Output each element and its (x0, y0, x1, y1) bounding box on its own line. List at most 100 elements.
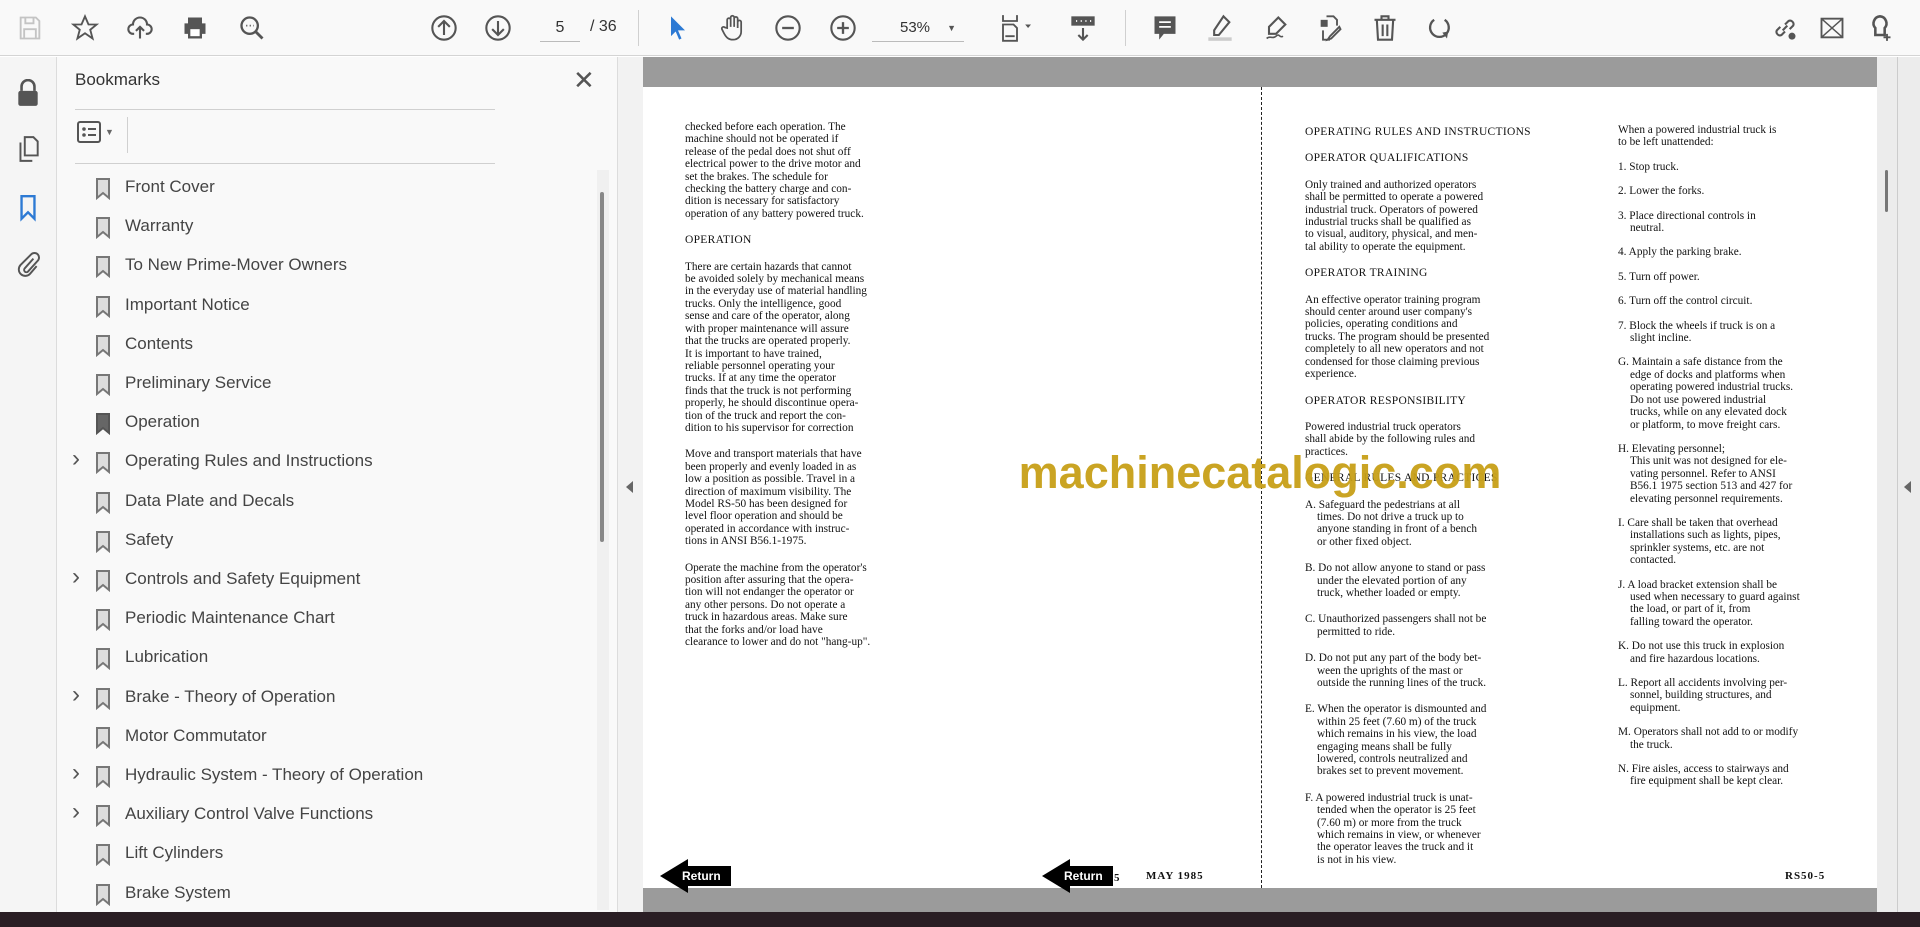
expand-right-pane-icon[interactable] (1904, 481, 1911, 493)
text-line: neutral. (1630, 222, 1665, 235)
select-cursor-icon[interactable] (662, 12, 694, 44)
next-page-icon[interactable] (482, 12, 514, 44)
close-icon[interactable]: ✕ (573, 65, 595, 96)
text-line: level floor operation and should be (685, 510, 843, 523)
edit-pdf-icon[interactable] (1314, 12, 1346, 44)
email-icon[interactable] (1816, 12, 1848, 44)
sign-icon[interactable] (1260, 12, 1292, 44)
left-page-text: checked before each operation. The machin… (685, 121, 870, 648)
taskbar (0, 912, 1920, 927)
pdf-page-spread: checked before each operation. The machin… (643, 87, 1877, 893)
page-number-input[interactable] (540, 14, 580, 42)
scrollbar-thumb[interactable] (1885, 170, 1888, 212)
fit-page-icon[interactable] (994, 12, 1040, 44)
bookmark-item[interactable]: To New Prime-Mover Owners (57, 247, 587, 286)
cloud-upload-icon[interactable] (124, 12, 156, 44)
text-line: Model RS-50 has been designed for (685, 497, 848, 510)
bookmark-item[interactable]: › Auxiliary Control Valve Functions (57, 796, 587, 835)
bookmark-label: Operation (125, 412, 200, 432)
share-link-icon[interactable] (1769, 12, 1801, 44)
chevron-right-icon[interactable]: › (72, 445, 80, 473)
zoom-out-icon[interactable] (772, 12, 804, 44)
bookmark-item[interactable]: Operation (57, 404, 587, 443)
bookmark-item[interactable]: Safety (57, 522, 587, 561)
list-item: C. Unauthorized passengers shall not be p… (1305, 613, 1531, 638)
text-line: practices. (1305, 445, 1348, 458)
text-line: 5. Turn off power. (1618, 270, 1700, 283)
left-footer-date: MAY 1985 (1146, 870, 1204, 882)
comment-icon[interactable] (1149, 12, 1181, 44)
document-scrollbar[interactable] (1877, 57, 1898, 912)
return-button[interactable]: Return (660, 859, 748, 893)
text-line: any other persons. Do not operate a (685, 598, 846, 611)
bookmarks-icon[interactable] (12, 192, 44, 224)
bookmark-item[interactable]: Data Plate and Decals (57, 483, 587, 522)
scrollbar-thumb[interactable] (600, 192, 604, 542)
text-line: industrial trucks shall be qualified as (1305, 216, 1471, 229)
text-line: release of the pedal does not shut off (685, 145, 851, 158)
bookmark-icon (95, 883, 111, 911)
text-line: A. Safeguard the pedestrians at all (1305, 498, 1460, 511)
save-icon[interactable] (14, 12, 46, 44)
rotate-icon[interactable] (1424, 12, 1456, 44)
add-user-icon[interactable] (1864, 12, 1896, 44)
text-line: edge of docks and platforms when (1630, 368, 1786, 381)
bookmark-icon (95, 530, 111, 558)
bookmark-label: Controls and Safety Equipment (125, 569, 361, 588)
bookmark-item[interactable]: › Controls and Safety Equipment (57, 561, 587, 600)
pages-thumbnails-icon[interactable] (12, 133, 44, 165)
text-line: machine should not be operated if (685, 133, 839, 146)
chevron-right-icon[interactable]: › (72, 798, 80, 826)
bookmark-item[interactable]: Lubrication (57, 639, 587, 678)
chevron-right-icon[interactable]: › (72, 759, 80, 787)
text-line: There are certain hazards that cannot (685, 260, 852, 273)
delete-icon[interactable] (1369, 12, 1401, 44)
bookmark-item[interactable]: › Operating Rules and Instructions (57, 443, 587, 482)
text-line: low a position as possible. Travel in a (685, 473, 856, 486)
bookmark-item[interactable]: Important Notice (57, 287, 587, 326)
text-line: OPERATOR RESPONSIBILITY (1305, 394, 1466, 407)
text-line: is not in his view. (1317, 853, 1397, 866)
bookmarks-scrollbar[interactable] (597, 170, 609, 910)
highlight-icon[interactable] (1204, 12, 1236, 44)
bookmark-options-button[interactable]: ▼ (77, 121, 114, 143)
bookmark-item[interactable]: Brake System (57, 875, 587, 914)
paragraph: checked before each operation. The machin… (685, 121, 870, 220)
scrolling-mode-icon[interactable] (1067, 12, 1099, 44)
bookmark-item[interactable]: Front Cover (57, 169, 587, 208)
bookmark-icon (95, 374, 111, 401)
bookmark-item[interactable]: Contents (57, 326, 587, 365)
text-line: finds that the truck is not performing (685, 384, 852, 397)
bookmark-item[interactable]: › Brake - Theory of Operation (57, 679, 587, 718)
previous-page-icon[interactable] (428, 12, 460, 44)
right-pane-toggle[interactable] (1898, 57, 1920, 912)
zoom-level-dropdown[interactable]: 53% ▼ (872, 14, 964, 42)
bookmark-icon (95, 609, 111, 636)
return-label: Return (682, 869, 721, 883)
paragraph: There are certain hazards that cannot be … (685, 261, 870, 435)
bookmark-item[interactable]: Periodic Maintenance Chart (57, 600, 587, 639)
bookmark-item[interactable]: Motor Commutator (57, 718, 587, 757)
lock-icon[interactable] (12, 77, 44, 109)
hand-tool-icon[interactable] (717, 12, 749, 44)
bookmark-item[interactable]: Preliminary Service (57, 365, 587, 404)
panel-collapse-strip[interactable] (618, 57, 643, 912)
attachments-icon[interactable] (12, 248, 44, 280)
text-line: operated in accordance with instruc- (685, 522, 850, 535)
text-line: fire equipment shall be kept clear. (1630, 775, 1784, 788)
print-icon[interactable] (179, 12, 211, 44)
collapse-left-icon[interactable] (626, 481, 633, 493)
bookmark-item[interactable]: › Hydraulic System - Theory of Operation (57, 757, 587, 796)
zoom-level-value: 53% (900, 19, 931, 36)
text-line: It is important to have trained, (685, 347, 822, 360)
star-icon[interactable] (69, 12, 101, 44)
chevron-right-icon[interactable]: › (72, 681, 80, 709)
zoom-in-icon[interactable] (827, 12, 859, 44)
bookmark-item[interactable]: Warranty (57, 208, 587, 247)
find-icon[interactable] (236, 12, 268, 44)
bookmark-icon (95, 570, 111, 597)
bookmark-item[interactable]: Lift Cylinders (57, 835, 587, 874)
divider (127, 117, 128, 153)
chevron-right-icon[interactable]: › (72, 563, 80, 591)
text-line: K. Do not use this truck in explosion (1618, 640, 1785, 653)
